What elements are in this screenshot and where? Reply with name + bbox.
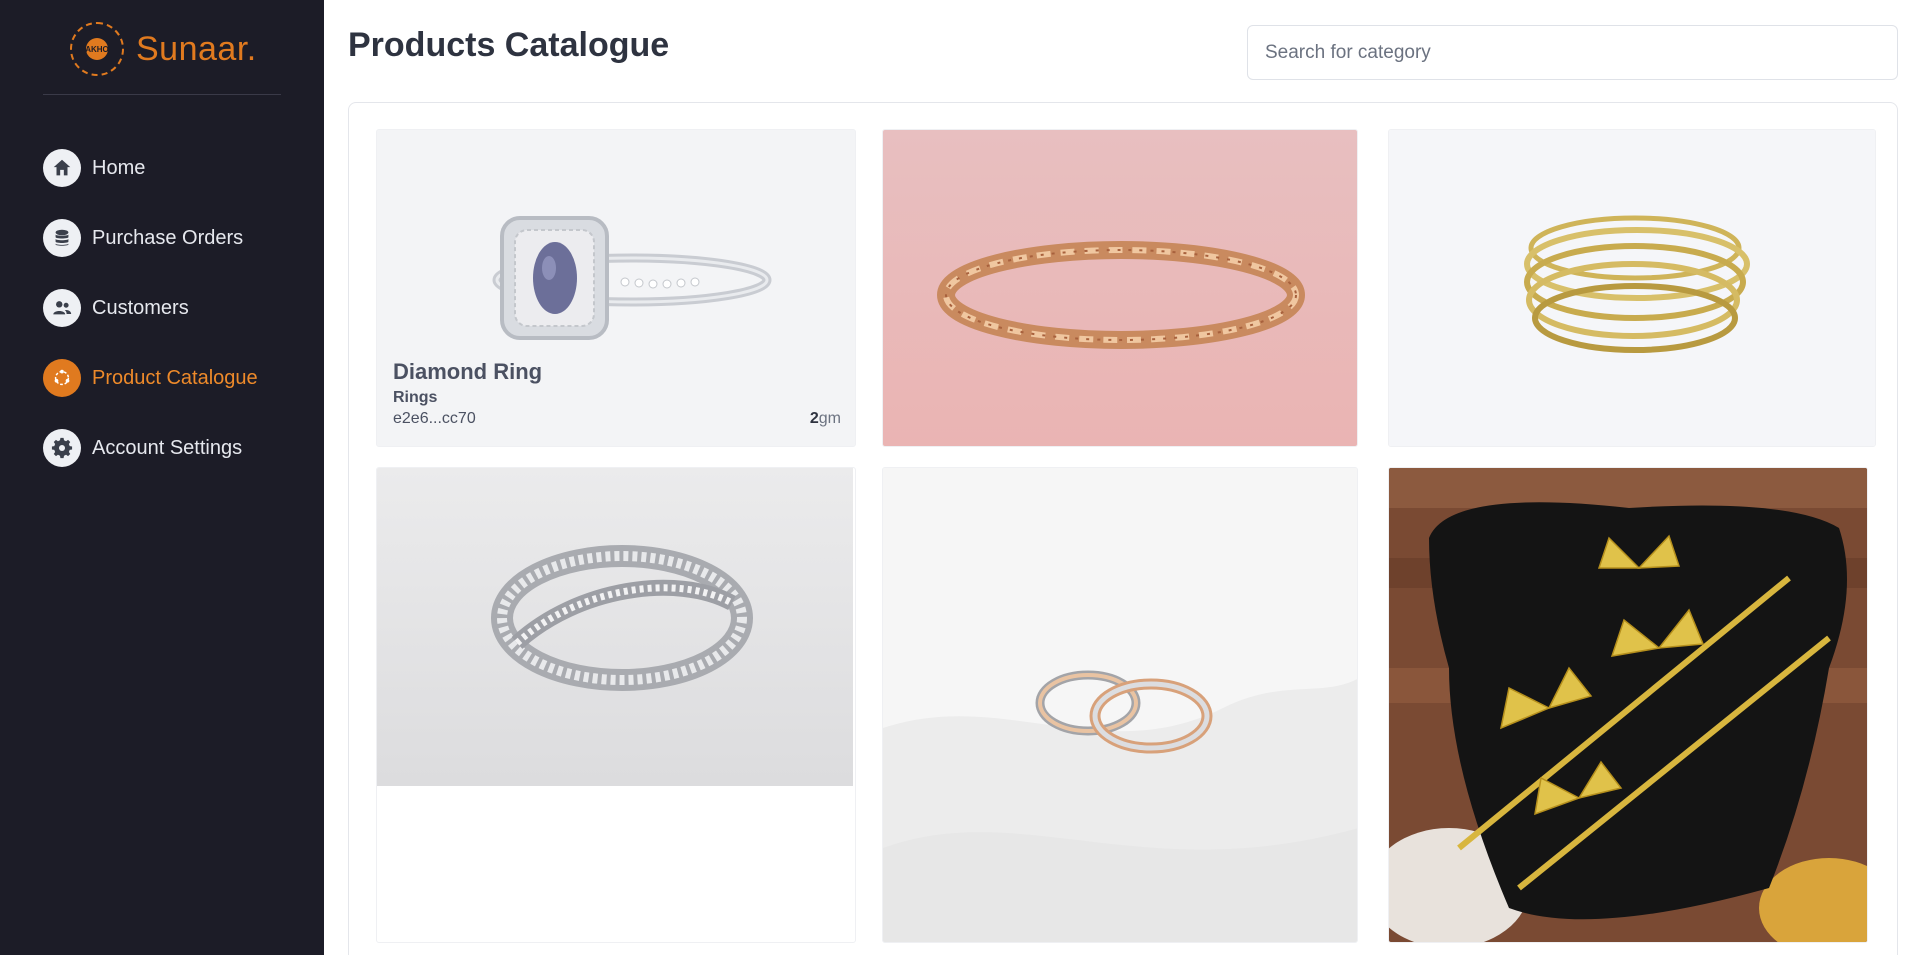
catalogue-panel: Diamond Ring Rings e2e6...cc70 2gm [348, 102, 1898, 955]
product-image [883, 468, 1357, 942]
product-image [883, 130, 1357, 446]
product-card[interactable] [882, 129, 1358, 447]
sidebar-item-home[interactable]: Home [43, 148, 258, 188]
app-window: AKHO Sunaar. Home Purchase Orders Custom… [0, 0, 1920, 955]
brand-mark-text: AKHO [85, 38, 109, 60]
sidebar-item-label: Product Catalogue [92, 366, 258, 389]
weight-unit: gm [818, 410, 841, 427]
product-card[interactable] [1388, 129, 1876, 447]
product-category: Rings [393, 389, 438, 406]
product-info: Diamond Ring Rings e2e6...cc70 2gm [393, 359, 841, 428]
product-card[interactable] [882, 467, 1358, 943]
home-icon [43, 149, 81, 187]
sidebar-item-label: Customers [92, 296, 189, 319]
product-meta: e2e6...cc70 2gm [393, 410, 841, 428]
users-icon [43, 289, 81, 327]
page-title: Products Catalogue [348, 26, 670, 64]
sidebar-item-customers[interactable]: Customers [43, 288, 258, 328]
sidebar-item-purchase-orders[interactable]: Purchase Orders [43, 218, 258, 258]
brand-name: Sunaar. [136, 29, 257, 68]
sidebar-nav: Home Purchase Orders Customers Product C… [43, 148, 258, 498]
sidebar-divider [43, 94, 281, 95]
database-icon [43, 219, 81, 257]
sidebar-item-label: Home [92, 156, 146, 179]
gear-icon [43, 429, 81, 467]
product-image [1389, 468, 1867, 942]
brand-logo[interactable]: AKHO Sunaar. [70, 22, 257, 76]
sidebar: AKHO Sunaar. Home Purchase Orders Custom… [0, 0, 324, 955]
product-weight: 2gm [810, 410, 841, 428]
weight-value: 2 [809, 410, 819, 427]
sidebar-item-label: Account Settings [92, 436, 243, 459]
product-card[interactable] [1388, 467, 1868, 943]
sidebar-item-product-catalogue[interactable]: Product Catalogue [43, 358, 258, 398]
sidebar-item-label: Purchase Orders [92, 226, 244, 249]
product-name: Diamond Ring [393, 359, 543, 384]
sidebar-item-account-settings[interactable]: Account Settings [43, 428, 258, 468]
search-input[interactable] [1247, 25, 1898, 80]
product-image [1389, 130, 1875, 446]
catalogue-icon [43, 359, 81, 397]
brand-mark-icon: AKHO [70, 22, 124, 76]
product-image [377, 468, 853, 786]
product-card[interactable] [376, 467, 856, 943]
product-card[interactable]: Diamond Ring Rings e2e6...cc70 2gm [376, 129, 856, 447]
product-id: e2e6...cc70 [393, 410, 476, 427]
